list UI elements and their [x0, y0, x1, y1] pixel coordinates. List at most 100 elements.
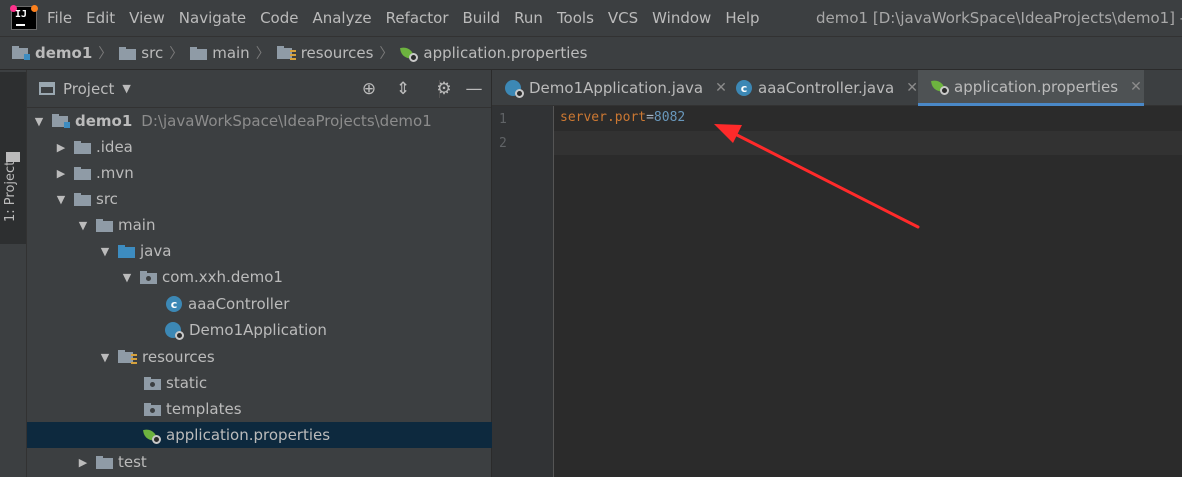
module-folder-icon	[12, 46, 30, 60]
menu-window[interactable]: Window	[652, 9, 711, 27]
folder-icon	[74, 166, 91, 180]
minimize-icon[interactable]: —	[464, 79, 484, 99]
chevron-down-icon[interactable]: ▼	[122, 82, 130, 95]
breadcrumb-item-demo1[interactable]: demo1	[12, 44, 92, 62]
menu-help[interactable]: Help	[725, 9, 759, 27]
expanded-arrow-icon[interactable]: ▼	[31, 115, 47, 128]
breadcrumb-item-src[interactable]: src	[119, 44, 163, 62]
menu-refactor[interactable]: Refactor	[386, 9, 449, 27]
menu-code[interactable]: Code	[260, 9, 298, 27]
spring-boot-app-icon	[505, 79, 524, 98]
menu-vcs[interactable]: VCS	[608, 9, 638, 27]
code-line-1[interactable]: server.port=8082	[554, 107, 1182, 131]
module-folder-icon	[52, 114, 70, 128]
tab-aaacontroller[interactable]: c aaaController.java ✕	[723, 70, 918, 106]
folder-icon	[144, 376, 161, 390]
menu-analyze[interactable]: Analyze	[312, 9, 371, 27]
expanded-arrow-icon[interactable]: ▼	[97, 245, 113, 258]
class-c-icon: c	[166, 296, 182, 312]
tree-item-idea[interactable]: ▶ .idea	[27, 134, 517, 160]
menu-bar: IJ File Edit View Navigate Code Analyze …	[0, 0, 1182, 36]
project-tool-tab[interactable]: 1: Project	[0, 72, 26, 244]
tree-item-src[interactable]: ▼ src	[27, 186, 517, 212]
spring-leaf-icon	[143, 427, 161, 444]
chevron-right-icon: 〉	[98, 46, 113, 62]
folder-icon	[6, 152, 20, 162]
tree-item-label: test	[118, 453, 147, 471]
breadcrumb-label: src	[141, 44, 164, 62]
collapsed-arrow-icon[interactable]: ▶	[53, 167, 69, 180]
code-line-2[interactable]	[554, 131, 1182, 155]
code-text: server.port=8082	[560, 110, 685, 125]
menu-navigate[interactable]: Navigate	[179, 9, 246, 27]
expanded-arrow-icon[interactable]: ▼	[53, 193, 69, 206]
menu-view[interactable]: View	[129, 9, 165, 27]
gear-icon[interactable]: ⚙	[434, 79, 454, 99]
class-c-icon: c	[736, 80, 752, 96]
tree-item-label: main	[118, 216, 156, 234]
project-panel: Project ▼ ⊕ ⇕ ⚙ — ▼ demo1 D:\javaWorkSpa…	[27, 70, 607, 477]
breadcrumb-item-main[interactable]: main	[190, 44, 250, 62]
collapsed-arrow-icon[interactable]: ▶	[75, 456, 91, 469]
project-window-icon	[39, 82, 55, 95]
breadcrumb: demo1 〉 src 〉 main 〉 resources 〉 applica…	[0, 36, 1182, 70]
menu-file[interactable]: File	[47, 9, 72, 27]
project-tool-tab-label: 1: Project	[3, 160, 18, 222]
tree-item-java[interactable]: ▼ java	[27, 238, 561, 264]
tree-item-label: resources	[142, 348, 215, 366]
close-icon[interactable]: ✕	[906, 80, 918, 96]
folder-icon	[74, 140, 91, 154]
folder-icon	[96, 218, 113, 232]
tree-item-label: static	[166, 374, 208, 392]
tab-label: aaaController.java	[758, 79, 895, 97]
editor-area: Demo1Application.java ✕ c aaaController.…	[492, 70, 1182, 477]
breadcrumb-label: application.properties	[423, 44, 588, 62]
tree-item-mvn[interactable]: ▶ .mvn	[27, 160, 517, 186]
tree-item-path: D:\javaWorkSpace\IdeaProjects\demo1	[141, 112, 432, 130]
line-number: 2	[499, 136, 507, 151]
project-panel-title[interactable]: Project	[63, 80, 114, 98]
expanded-arrow-icon[interactable]: ▼	[75, 219, 91, 232]
tree-item-label: com.xxh.demo1	[162, 268, 283, 286]
tree-item-label: .idea	[96, 138, 133, 156]
spring-boot-app-icon	[165, 321, 184, 340]
tab-label: application.properties	[954, 77, 1119, 96]
menu-run[interactable]: Run	[514, 9, 543, 27]
left-tool-strip: 1: Project	[0, 70, 27, 477]
tree-item-label: .mvn	[96, 164, 134, 182]
property-key: server.port	[560, 110, 647, 125]
collapse-all-icon[interactable]: ⇕	[393, 79, 413, 99]
breadcrumb-item-resources[interactable]: resources	[276, 44, 374, 62]
tree-item-resources[interactable]: ▼ resources	[27, 344, 561, 370]
package-icon	[140, 270, 157, 284]
tree-item-test[interactable]: ▶ test	[27, 449, 539, 475]
folder-icon	[119, 46, 137, 60]
window-title: demo1 [D:\javaWorkSpace\IdeaProjects\dem…	[816, 9, 1182, 27]
tree-item-label: aaaController	[188, 295, 290, 313]
tree-item-demo1[interactable]: ▼ demo1 D:\javaWorkSpace\IdeaProjects\de…	[27, 108, 495, 134]
folder-icon	[74, 192, 91, 206]
breadcrumb-label: resources	[300, 44, 374, 62]
tab-demo1application[interactable]: Demo1Application.java ✕	[492, 70, 730, 106]
property-equals: =	[646, 110, 654, 125]
line-number: 1	[499, 112, 507, 127]
editor-tabs: Demo1Application.java ✕ c aaaController.…	[492, 70, 1182, 106]
collapsed-arrow-icon[interactable]: ▶	[53, 141, 69, 154]
resources-folder-icon	[118, 350, 137, 364]
expanded-arrow-icon[interactable]: ▼	[119, 271, 135, 284]
intellij-logo-icon: IJ	[10, 5, 38, 30]
menu-tools[interactable]: Tools	[557, 9, 594, 27]
tree-item-label: Demo1Application	[189, 321, 327, 339]
tree-item-label: demo1	[75, 112, 133, 130]
locate-crosshair-icon[interactable]: ⊕	[359, 79, 379, 99]
menu-build[interactable]: Build	[463, 9, 501, 27]
chevron-right-icon: 〉	[255, 46, 270, 62]
line-number-gutter: 1 2	[492, 106, 554, 477]
breadcrumb-item-application-properties[interactable]: application.properties	[400, 44, 587, 62]
tab-application-properties[interactable]: application.properties ✕	[918, 70, 1144, 106]
menu-edit[interactable]: Edit	[86, 9, 115, 27]
close-icon[interactable]: ✕	[1130, 79, 1142, 95]
expanded-arrow-icon[interactable]: ▼	[97, 351, 113, 364]
tree-item-main[interactable]: ▼ main	[27, 212, 539, 238]
tree-item-label: src	[96, 190, 118, 208]
